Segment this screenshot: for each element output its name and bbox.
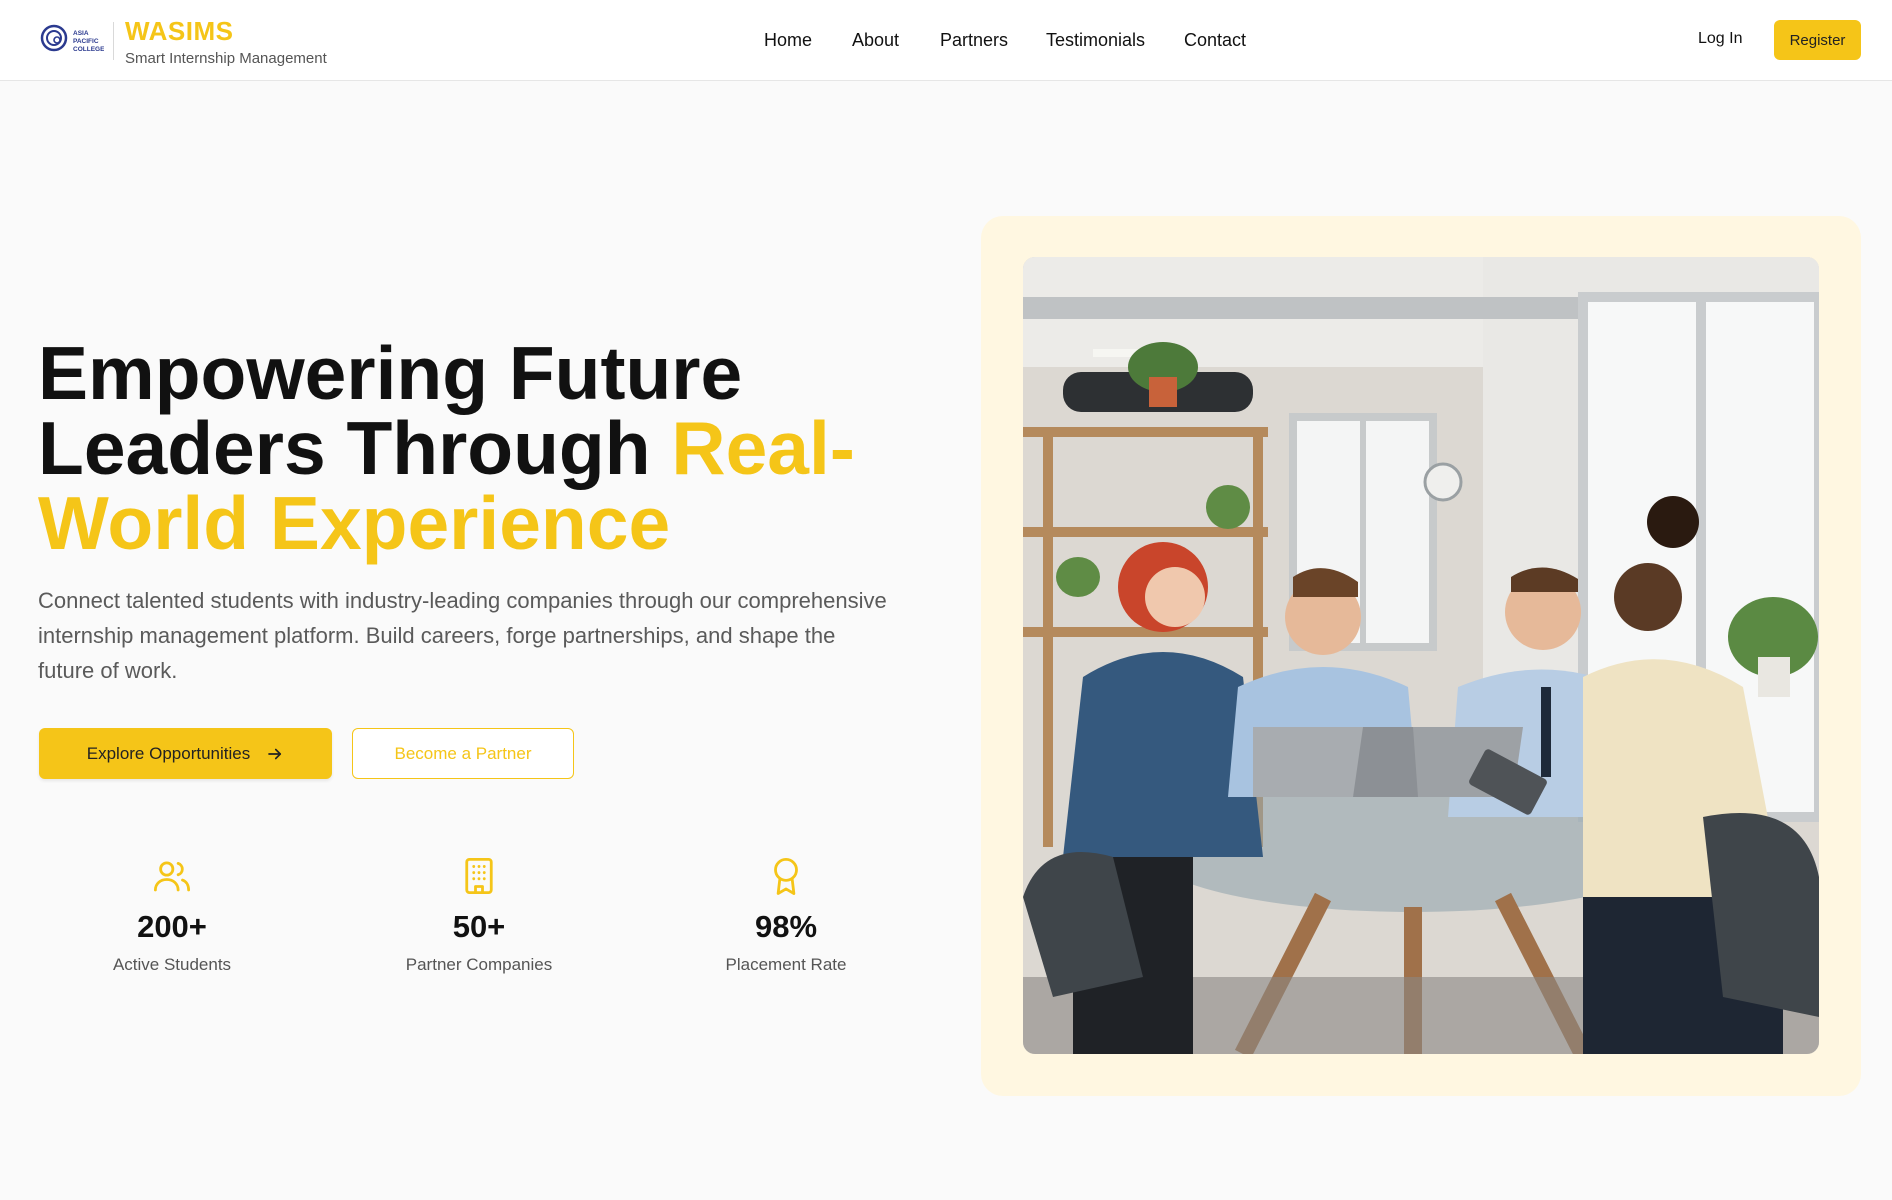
become-partner-button[interactable]: Become a Partner — [352, 728, 574, 779]
svg-text:ASIA: ASIA — [73, 30, 89, 37]
headline-highlight-1: Real- — [671, 406, 855, 490]
stat-value: 200+ — [137, 909, 207, 944]
stat-label: Active Students — [112, 955, 232, 974]
brand-subtitle: Smart Internship Management — [125, 50, 327, 67]
brand-divider — [113, 22, 114, 60]
team-meeting-photo — [1023, 257, 1819, 1054]
building-icon — [465, 857, 493, 895]
hero-description: Connect talented students with industry-… — [38, 588, 887, 683]
brand-title[interactable]: WASIMS — [125, 16, 233, 47]
stat-value: 98% — [754, 909, 818, 944]
headline-line-1: Empowering Future — [38, 331, 743, 415]
login-link[interactable]: Log In — [1698, 30, 1742, 48]
award-icon — [774, 857, 798, 895]
office-meeting-illustration — [1023, 257, 1819, 1054]
top-navbar: ASIA PACIFIC COLLEGE WASIMS Smart Intern… — [0, 0, 1892, 81]
stat-placement-rate: 98% Placement Rate — [676, 855, 896, 975]
stat-label: Partner Companies — [405, 955, 553, 974]
nav-about[interactable]: About — [852, 30, 899, 51]
headline-highlight-2: World Experience — [38, 481, 671, 565]
headline-line-2: Leaders Through — [38, 406, 672, 490]
explore-button-label: Explore Opportunities — [86, 743, 251, 763]
svg-text:PACIFIC: PACIFIC — [73, 38, 99, 45]
nav-partners[interactable]: Partners — [940, 30, 1008, 51]
register-button[interactable]: Register — [1774, 20, 1861, 60]
stat-partner-companies: 50+ Partner Companies — [369, 855, 589, 975]
nav-testimonials[interactable]: Testimonials — [1046, 30, 1145, 51]
hero-headline: Empowering Future Leaders Through Real- … — [38, 336, 938, 561]
stat-label: Placement Rate — [725, 955, 847, 974]
stat-active-students: 200+ Active Students — [62, 855, 282, 975]
svg-text:COLLEGE: COLLEGE — [73, 46, 104, 53]
nav-home[interactable]: Home — [764, 30, 812, 51]
arrow-right-icon — [268, 748, 282, 759]
explore-opportunities-button[interactable]: Explore Opportunities — [39, 728, 332, 779]
nav-contact[interactable]: Contact — [1184, 30, 1246, 51]
users-icon — [153, 861, 191, 892]
asia-pacific-college-logo[interactable]: ASIA PACIFIC COLLEGE — [40, 20, 104, 60]
stat-value: 50+ — [452, 909, 506, 944]
hero-image-card — [981, 216, 1861, 1096]
